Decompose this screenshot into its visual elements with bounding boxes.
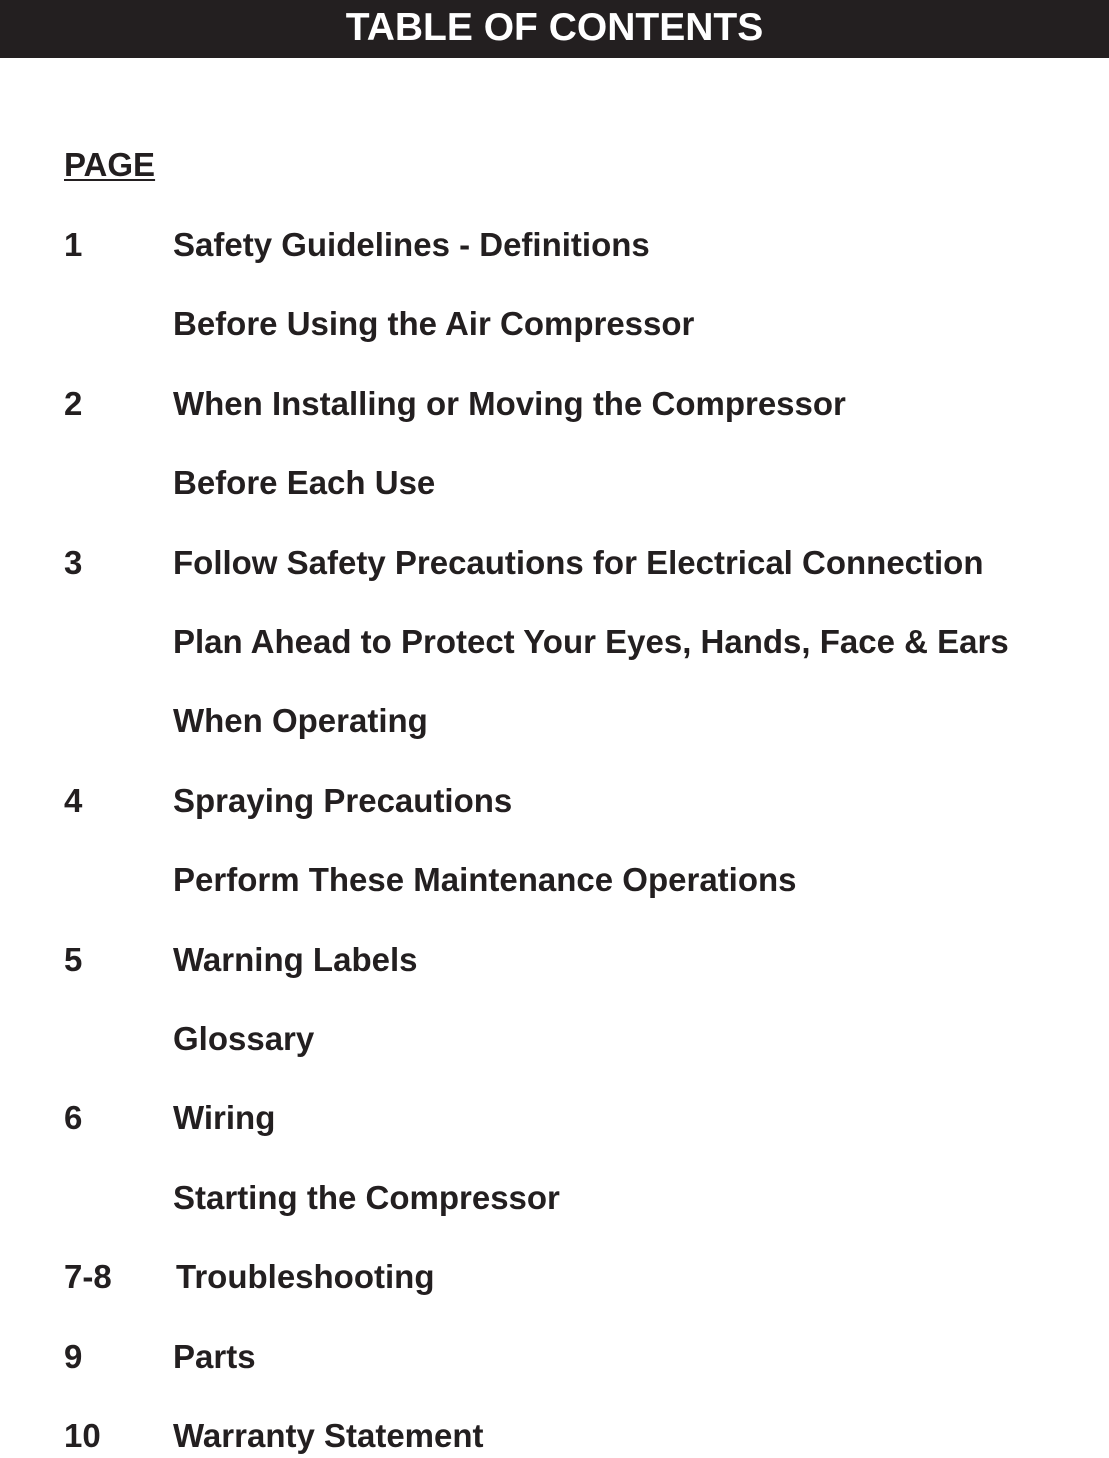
toc-entry-page-number: 5 — [64, 940, 83, 978]
toc-entry[interactable]: 7-8 Troubleshooting — [0, 1255, 1109, 1299]
toc-entry-title: Warranty Statement — [173, 1417, 484, 1454]
toc-entry[interactable]: Before Using the Air Compressor — [0, 302, 1109, 346]
toc-entry[interactable]: 5 Warning Labels — [0, 938, 1109, 982]
toc-entry[interactable]: 9 Parts — [0, 1335, 1109, 1379]
toc-entry-page-number: 4 — [64, 781, 83, 819]
toc-entry-page-number: 6 — [64, 1099, 83, 1137]
toc-entry-title: Starting the Compressor — [173, 1178, 560, 1216]
toc-entry[interactable]: 1 Safety Guidelines - Definitions — [0, 223, 1109, 267]
toc-entry[interactable]: 2 When Installing or Moving the Compresso… — [0, 382, 1109, 426]
toc-entry-title: When Installing or Moving the Compressor — [173, 384, 846, 422]
toc-entry[interactable]: Glossary — [0, 1017, 1109, 1061]
toc-entry-title: Safety Guidelines - Definitions — [173, 226, 650, 263]
toc-entry[interactable]: 4 Spraying Precautions — [0, 779, 1109, 823]
toc-entry-page-number: 10 — [64, 1417, 101, 1454]
toc-entry-page-number: 2 — [64, 384, 83, 422]
toc-entry[interactable]: Before Each Use — [0, 461, 1109, 505]
toc-entry-page-number: 9 — [64, 1337, 83, 1375]
page-column-label: PAGE — [64, 146, 156, 183]
toc-entry-title: Spraying Precautions — [173, 781, 513, 819]
toc-entry-title: Plan Ahead to Protect Your Eyes, Hands, … — [173, 623, 1009, 660]
toc-entry[interactable]: When Operating — [0, 699, 1109, 743]
toc-entry-title: Perform These Maintenance Operations — [173, 861, 797, 899]
toc-entry-title: Follow Safety Precautions for Electrical… — [173, 543, 984, 581]
header-bar: TABLE OF CONTENTS — [0, 0, 1109, 58]
toc-entry[interactable]: Starting the Compressor — [0, 1176, 1109, 1220]
toc-entry-title: Glossary — [173, 1020, 315, 1057]
toc-entry[interactable]: Perform These Maintenance Operations — [0, 858, 1109, 902]
toc-entry[interactable]: 3 Follow Safety Precautions for Electrica… — [0, 541, 1109, 585]
toc-entry[interactable]: 10 Warranty Statement — [0, 1414, 1109, 1458]
toc-entry-page-number: 7-8 — [64, 1258, 112, 1296]
toc-entry-title: When Operating — [173, 702, 428, 740]
toc-entry-title: Wiring — [173, 1099, 276, 1137]
toc-entry[interactable]: 6 Wiring — [0, 1096, 1109, 1140]
toc-entry-title: Warning Labels — [173, 940, 418, 978]
page-title: TABLE OF CONTENTS — [345, 5, 764, 49]
toc-entry-title: Before Using the Air Compressor — [173, 305, 695, 343]
toc-entry-title: Before Each Use — [173, 464, 436, 502]
toc-entry-page-number: 3 — [64, 543, 83, 581]
toc-entry-title: Troubleshooting — [176, 1258, 435, 1296]
toc-entry-page-number: 1 — [64, 226, 83, 263]
toc-entry-title: Parts — [173, 1337, 256, 1375]
toc-entry[interactable]: Plan Ahead to Protect Your Eyes, Hands, … — [0, 620, 1109, 664]
